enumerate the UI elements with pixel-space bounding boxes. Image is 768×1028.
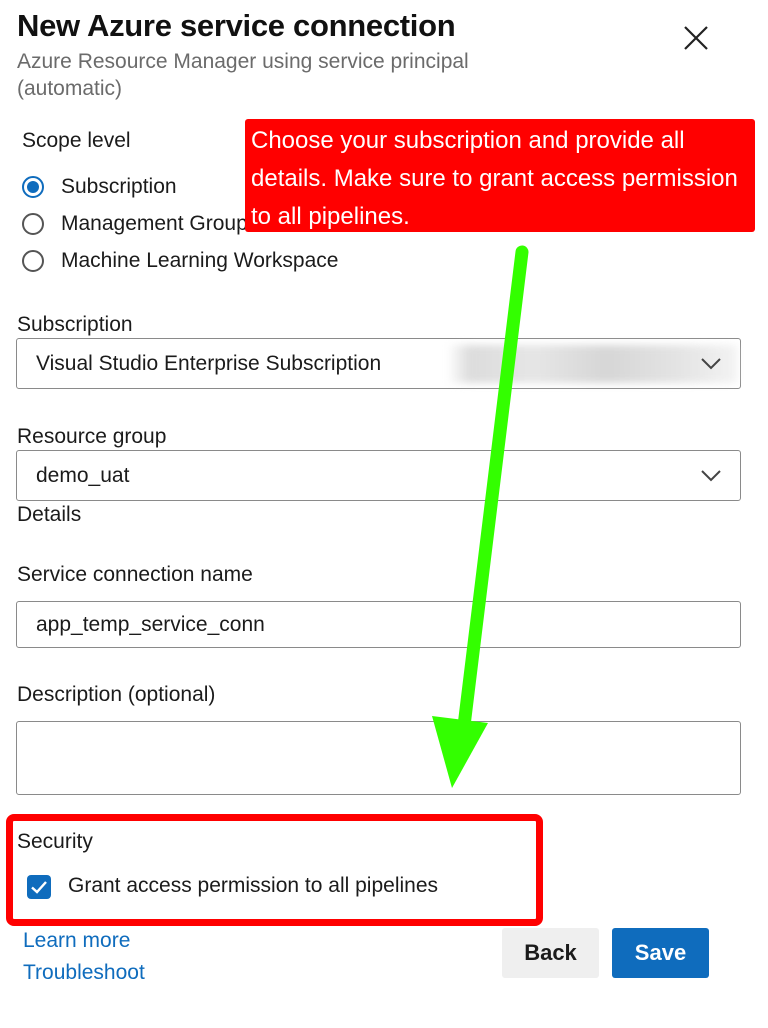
radio-unselected-icon[interactable]: [22, 213, 44, 235]
back-button[interactable]: Back: [502, 928, 599, 978]
panel-title: New Azure service connection: [17, 8, 456, 43]
radio-selected-icon[interactable]: [22, 176, 44, 198]
scope-option-ml-workspace[interactable]: Machine Learning Workspace: [22, 246, 338, 276]
close-button[interactable]: [680, 22, 712, 54]
subscription-label: Subscription: [17, 313, 133, 336]
panel-subtitle: Azure Resource Manager using service pri…: [17, 50, 469, 100]
scope-option-subscription[interactable]: Subscription: [22, 172, 177, 202]
chevron-down-icon: [701, 469, 721, 481]
resource-group-label: Resource group: [17, 425, 167, 448]
service-connection-name-label: Service connection name: [17, 563, 253, 586]
scope-option-label: Subscription: [61, 175, 177, 198]
resource-group-value: demo_uat: [36, 463, 130, 487]
description-label: Description (optional): [17, 683, 216, 706]
close-icon: [684, 26, 708, 50]
annotation-highlight-box: [6, 814, 543, 926]
service-connection-name-input[interactable]: app_temp_service_conn: [16, 601, 741, 648]
description-textarea[interactable]: [16, 721, 741, 795]
learn-more-link[interactable]: Learn more: [23, 929, 130, 953]
scope-option-label: Management Group: [61, 212, 248, 235]
save-button[interactable]: Save: [612, 928, 709, 978]
details-heading: Details: [17, 503, 82, 526]
subscription-value: Visual Studio Enterprise Subscription: [36, 351, 382, 375]
service-connection-name-value: app_temp_service_conn: [36, 612, 265, 636]
annotation-callout: Choose your subscription and provide all…: [245, 119, 755, 232]
resource-group-dropdown[interactable]: demo_uat: [16, 450, 741, 501]
redacted-subscription-id: [447, 345, 737, 383]
scope-option-label: Machine Learning Workspace: [61, 249, 339, 272]
troubleshoot-link[interactable]: Troubleshoot: [23, 961, 145, 985]
subscription-dropdown[interactable]: Visual Studio Enterprise Subscription: [16, 338, 741, 389]
chevron-down-icon: [701, 357, 721, 369]
scope-level-label: Scope level: [22, 129, 131, 152]
scope-option-management-group[interactable]: Management Group: [22, 209, 248, 239]
radio-unselected-icon[interactable]: [22, 250, 44, 272]
